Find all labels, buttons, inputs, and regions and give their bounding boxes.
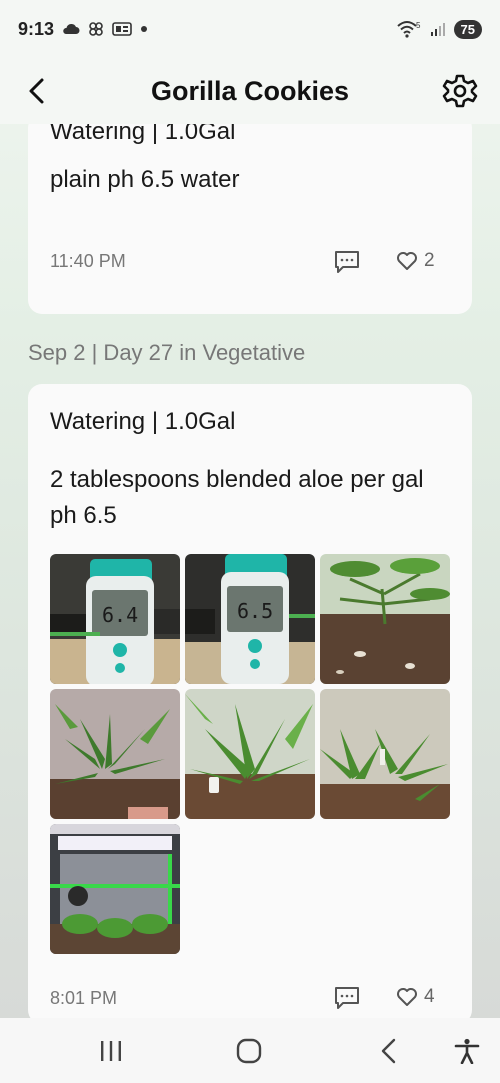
entry-note: 2 tablespoons blended aloe per gal ph 6.… [50, 466, 424, 529]
home-icon[interactable] [234, 1038, 264, 1064]
meter-reading: 6.5 [237, 599, 273, 623]
back-nav-icon[interactable] [374, 1038, 404, 1064]
back-arrow-icon[interactable] [22, 76, 52, 106]
pinwheel-icon [89, 22, 103, 36]
entry-title: Watering | 1.0Gal [50, 124, 236, 145]
system-navigation-bar [0, 1018, 500, 1083]
app-header: Gorilla Cookies [0, 58, 500, 124]
journal-entry-card[interactable]: Watering | 1.0Gal 2 tablespoons blended … [28, 384, 472, 1018]
photo-thumbnail[interactable] [320, 554, 450, 684]
journal-entry-card[interactable]: Watering | 1.0Gal plain ph 6.5 water 11:… [28, 124, 472, 314]
comment-icon[interactable] [334, 250, 360, 274]
accessibility-icon[interactable] [452, 1038, 482, 1064]
journal-feed[interactable]: Watering | 1.0Gal plain ph 6.5 water 11:… [0, 124, 500, 1018]
photo-thumbnail[interactable] [50, 689, 180, 819]
gear-icon[interactable] [442, 73, 478, 109]
status-bar: 9:13 5 75 [0, 0, 500, 58]
photo-thumbnail[interactable] [50, 824, 180, 954]
cloud-icon [63, 23, 80, 34]
notification-dot-icon [141, 26, 148, 32]
wifi-icon: 5 [396, 21, 421, 38]
status-time: 9:13 [18, 18, 55, 39]
heart-icon [397, 252, 417, 270]
like-button[interactable]: 4 [396, 986, 435, 1008]
meter-reading: 6.4 [102, 603, 138, 627]
like-count: 4 [424, 986, 435, 1007]
date-header: Sep 2 | Day 27 in Vegetative [28, 340, 306, 365]
photo-thumbnail[interactable]: 6.4 [50, 554, 180, 684]
entry-note: plain ph 6.5 water [50, 166, 240, 193]
page-title: Gorilla Cookies [150, 75, 350, 106]
gallery-icon [112, 22, 132, 36]
like-button[interactable]: 2 [396, 250, 435, 272]
cellular-signal-icon [430, 23, 445, 36]
photo-thumbnail[interactable] [320, 689, 450, 819]
entry-time: 11:40 PM [50, 251, 126, 271]
entry-title: Watering | 1.0Gal [50, 408, 236, 435]
photo-thumbnail[interactable] [185, 689, 315, 819]
photo-thumbnail[interactable]: 6.5 [185, 554, 315, 684]
like-count: 2 [424, 250, 435, 271]
battery-indicator: 75 [453, 19, 482, 39]
entry-time: 8:01 PM [50, 988, 118, 1008]
recent-apps-icon[interactable] [96, 1038, 126, 1064]
wifi-label: 5 [416, 21, 421, 30]
comment-icon[interactable] [334, 986, 360, 1010]
heart-icon [397, 988, 417, 1006]
